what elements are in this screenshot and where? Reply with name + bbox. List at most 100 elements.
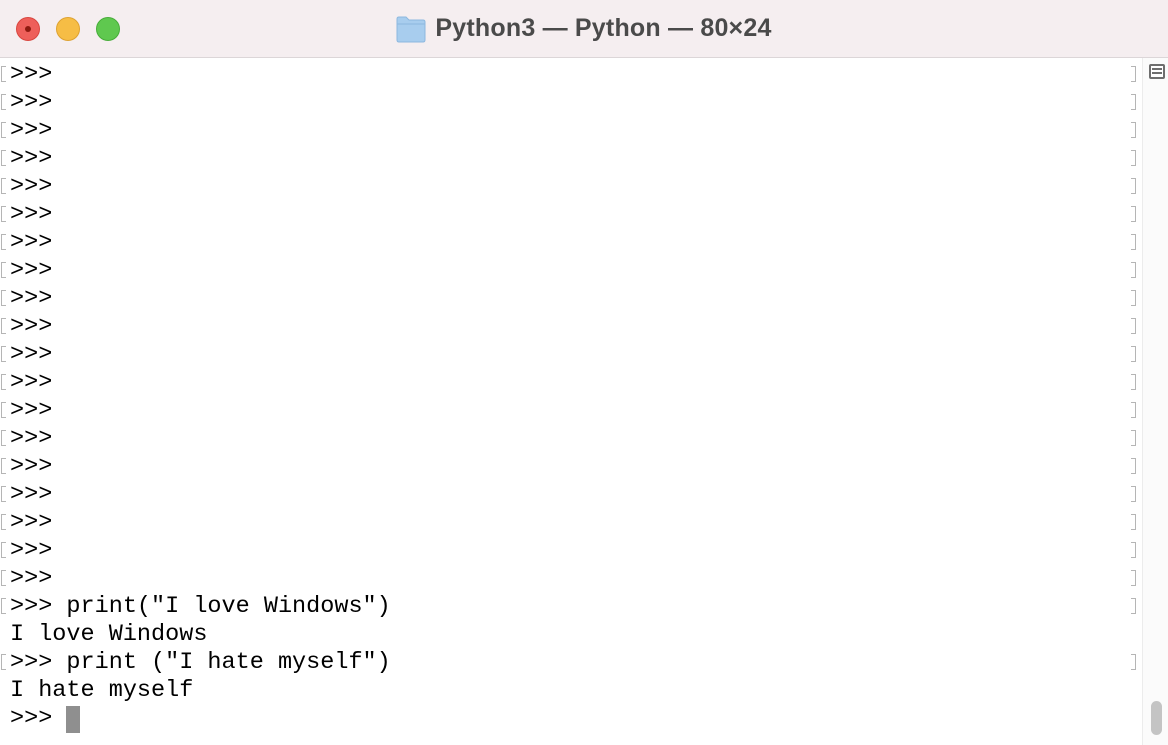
terminal-line-text: I love Windows bbox=[10, 621, 208, 648]
terminal-line-text: >>> print("I love Windows") bbox=[10, 593, 391, 620]
line-mark-left bbox=[1, 458, 6, 474]
terminal-line: >>> bbox=[0, 366, 1142, 396]
line-mark-right bbox=[1131, 542, 1136, 558]
terminal-line-text: >>> bbox=[10, 173, 53, 200]
line-mark-right bbox=[1131, 374, 1136, 390]
terminal-line-text: >>> bbox=[10, 509, 53, 536]
line-mark-right bbox=[1131, 290, 1136, 306]
line-mark-left bbox=[1, 94, 6, 110]
terminal-line-text: >>> bbox=[10, 397, 53, 424]
split-pane-icon-line bbox=[1152, 68, 1162, 70]
terminal-line: >>> bbox=[0, 142, 1142, 172]
folder-icon bbox=[396, 15, 426, 43]
terminal-line-text: >>> bbox=[10, 61, 53, 88]
terminal-line-text: >>> bbox=[10, 537, 53, 564]
line-mark-left bbox=[1, 318, 6, 334]
line-mark-left bbox=[1, 262, 6, 278]
scrollbar-thumb[interactable] bbox=[1151, 701, 1162, 735]
terminal-window: Python3 — Python — 80×24 >>> >>> >>> >>> >>>… bbox=[0, 0, 1168, 745]
terminal-line: >>> bbox=[0, 198, 1142, 228]
terminal-line-text: >>> bbox=[10, 117, 53, 144]
line-mark-right bbox=[1131, 122, 1136, 138]
terminal-line: >>> bbox=[0, 170, 1142, 200]
line-mark-right bbox=[1131, 262, 1136, 278]
line-mark-left bbox=[1, 346, 6, 362]
terminal-line-text: >>> bbox=[10, 285, 53, 312]
line-mark-right bbox=[1131, 94, 1136, 110]
vertical-scrollbar[interactable] bbox=[1142, 58, 1168, 745]
line-mark-right bbox=[1131, 318, 1136, 334]
close-button[interactable] bbox=[16, 17, 40, 41]
line-mark-left bbox=[1, 486, 6, 502]
line-mark-right bbox=[1131, 486, 1136, 502]
terminal-line-text: >>> bbox=[10, 145, 53, 172]
line-mark-left bbox=[1, 514, 6, 530]
terminal-line-text: >>> bbox=[10, 453, 53, 480]
line-mark-left bbox=[1, 570, 6, 586]
terminal-line-text: >>> bbox=[10, 341, 53, 368]
terminal-line-text: >>> bbox=[10, 369, 53, 396]
terminal-line-text: I hate myself bbox=[10, 677, 194, 704]
line-mark-left bbox=[1, 66, 6, 82]
terminal-line-text: >>> bbox=[10, 257, 53, 284]
line-mark-right bbox=[1131, 346, 1136, 362]
terminal-line-text: >>> bbox=[10, 481, 53, 508]
line-mark-right bbox=[1131, 570, 1136, 586]
line-mark-left bbox=[1, 654, 6, 670]
terminal-line: >>> bbox=[0, 114, 1142, 144]
terminal-line-text: >>> print ("I hate myself") bbox=[10, 649, 391, 676]
terminal-line: >>> bbox=[0, 310, 1142, 340]
minimize-button[interactable] bbox=[56, 17, 80, 41]
line-mark-right bbox=[1131, 150, 1136, 166]
split-pane-icon[interactable] bbox=[1149, 64, 1165, 79]
terminal-line: >>> bbox=[0, 478, 1142, 508]
line-mark-right bbox=[1131, 598, 1136, 614]
terminal-line: >>> bbox=[0, 562, 1142, 592]
terminal-line: >>> bbox=[0, 338, 1142, 368]
terminal-line-text: >>> bbox=[10, 89, 53, 116]
terminal-line-text: >>> bbox=[10, 229, 53, 256]
line-mark-right bbox=[1131, 178, 1136, 194]
terminal-line: >>> bbox=[0, 534, 1142, 564]
split-pane-icon-line bbox=[1152, 72, 1162, 74]
window-title-container: Python3 — Python — 80×24 bbox=[0, 0, 1168, 57]
line-mark-left bbox=[1, 374, 6, 390]
line-mark-left bbox=[1, 402, 6, 418]
line-mark-right bbox=[1131, 654, 1136, 670]
terminal-line: >>> bbox=[0, 450, 1142, 480]
line-mark-left bbox=[1, 430, 6, 446]
line-mark-right bbox=[1131, 430, 1136, 446]
terminal-line: >>> bbox=[0, 394, 1142, 424]
terminal-line-text: >>> bbox=[10, 425, 53, 452]
line-mark-left bbox=[1, 290, 6, 306]
maximize-button[interactable] bbox=[96, 17, 120, 41]
terminal-line: >>> bbox=[0, 226, 1142, 256]
terminal-line: >>> bbox=[0, 422, 1142, 452]
line-mark-left bbox=[1, 598, 6, 614]
terminal-line: >>> print("I love Windows") bbox=[0, 590, 1142, 620]
line-mark-left bbox=[1, 122, 6, 138]
text-cursor bbox=[66, 706, 80, 733]
line-mark-right bbox=[1131, 206, 1136, 222]
line-mark-right bbox=[1131, 234, 1136, 250]
terminal-line-text: >>> bbox=[10, 313, 53, 340]
terminal-output[interactable]: >>> >>> >>> >>> >>> >>> >>> >>> >>> >>> >>> >>> >>> >… bbox=[0, 58, 1142, 745]
terminal-line: >>> bbox=[0, 506, 1142, 536]
terminal-line-text: >>> bbox=[10, 705, 67, 732]
line-mark-left bbox=[1, 150, 6, 166]
line-mark-left bbox=[1, 178, 6, 194]
terminal-line: >>> print ("I hate myself") bbox=[0, 646, 1142, 676]
terminal-line: I hate myself bbox=[0, 674, 1142, 704]
line-mark-left bbox=[1, 542, 6, 558]
line-mark-right bbox=[1131, 458, 1136, 474]
terminal-line: >>> bbox=[0, 86, 1142, 116]
line-mark-right bbox=[1131, 514, 1136, 530]
terminal-line: I love Windows bbox=[0, 618, 1142, 648]
line-mark-left bbox=[1, 206, 6, 222]
terminal-line-text: >>> bbox=[10, 565, 53, 592]
line-mark-right bbox=[1131, 402, 1136, 418]
title-bar[interactable]: Python3 — Python — 80×24 bbox=[0, 0, 1168, 58]
terminal-line: >>> bbox=[0, 254, 1142, 284]
terminal-line-text: >>> bbox=[10, 201, 53, 228]
window-title: Python3 — Python — 80×24 bbox=[435, 14, 772, 42]
